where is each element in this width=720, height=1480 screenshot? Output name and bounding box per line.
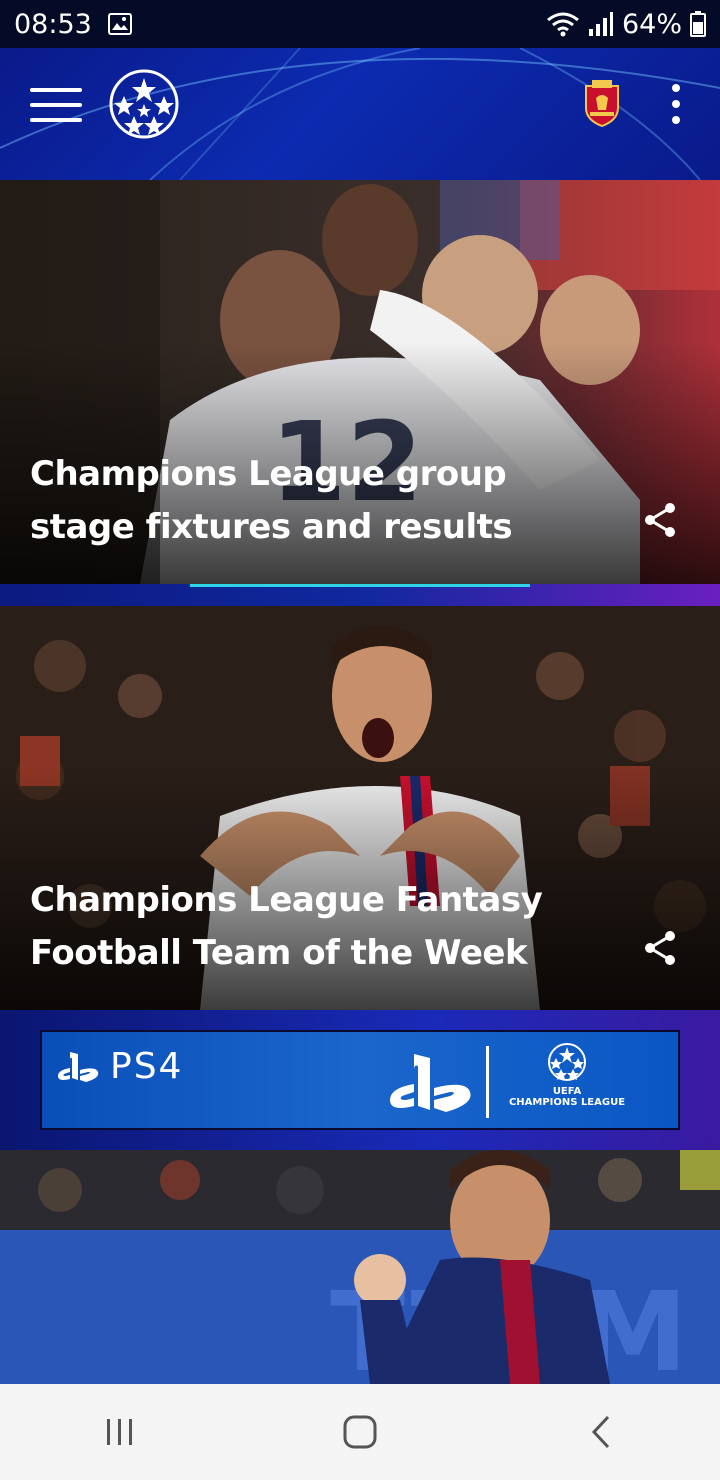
card-divider xyxy=(0,584,720,606)
starball-logo[interactable] xyxy=(108,68,180,140)
wifi-icon xyxy=(546,11,580,37)
more-dot xyxy=(672,116,680,124)
news-card[interactable]: TZOM xyxy=(0,1150,720,1384)
hamburger-line xyxy=(30,118,82,122)
more-dot xyxy=(672,84,680,92)
card-title: Champions League Fantasy Football Team o… xyxy=(30,880,543,973)
club-crest-icon[interactable] xyxy=(582,80,622,128)
signal-icon xyxy=(588,11,614,37)
recent-apps-icon xyxy=(107,1419,132,1445)
ad-ucl-text: CHAMPIONS LEAGUE xyxy=(508,1097,626,1108)
ad-uefa-text: UEFA xyxy=(552,1086,582,1097)
image-icon xyxy=(107,13,132,35)
news-card[interactable]: 12 Champions League group stage fixtures… xyxy=(0,180,720,584)
card-image-messi: TZOM xyxy=(0,1150,720,1384)
status-bar: 08:53 64% xyxy=(0,0,720,48)
share-icon[interactable] xyxy=(640,500,680,540)
card-title: Champions League group stage fixtures an… xyxy=(30,454,513,547)
ps4-logo: PS4 xyxy=(56,1046,183,1087)
back-icon xyxy=(591,1415,610,1449)
more-dot xyxy=(672,100,680,108)
system-nav-bar xyxy=(0,1384,720,1480)
battery-percent: 64% xyxy=(621,8,682,40)
hamburger-menu-button[interactable] xyxy=(30,88,82,122)
news-card[interactable]: Champions League Fantasy Football Team o… xyxy=(0,606,720,1010)
home-icon xyxy=(343,1415,377,1449)
recent-apps-button[interactable] xyxy=(90,1402,150,1462)
hamburger-line xyxy=(30,103,82,107)
ad-separator xyxy=(486,1046,489,1118)
playstation-logo-icon xyxy=(390,1054,471,1112)
battery-icon xyxy=(690,11,706,37)
status-right: 64% xyxy=(546,9,706,40)
app-header xyxy=(0,48,720,180)
status-left: 08:53 xyxy=(14,9,132,40)
home-button[interactable] xyxy=(330,1402,390,1462)
starball-icon xyxy=(548,1043,586,1081)
ps4-text: PS4 xyxy=(110,1046,184,1087)
ad-ucl-logo: UEFA CHAMPIONS LEAGUE xyxy=(502,1042,632,1108)
ad-section: PS4 UEFA CHAMPIONS LEAGUE xyxy=(0,1010,720,1150)
back-button[interactable] xyxy=(570,1402,630,1462)
share-icon[interactable] xyxy=(640,928,680,968)
more-options-button[interactable] xyxy=(664,84,688,124)
playstation-icon xyxy=(58,1051,99,1082)
ad-banner[interactable]: PS4 UEFA CHAMPIONS LEAGUE xyxy=(40,1030,680,1130)
status-time: 08:53 xyxy=(14,8,92,40)
hamburger-line xyxy=(30,88,82,92)
